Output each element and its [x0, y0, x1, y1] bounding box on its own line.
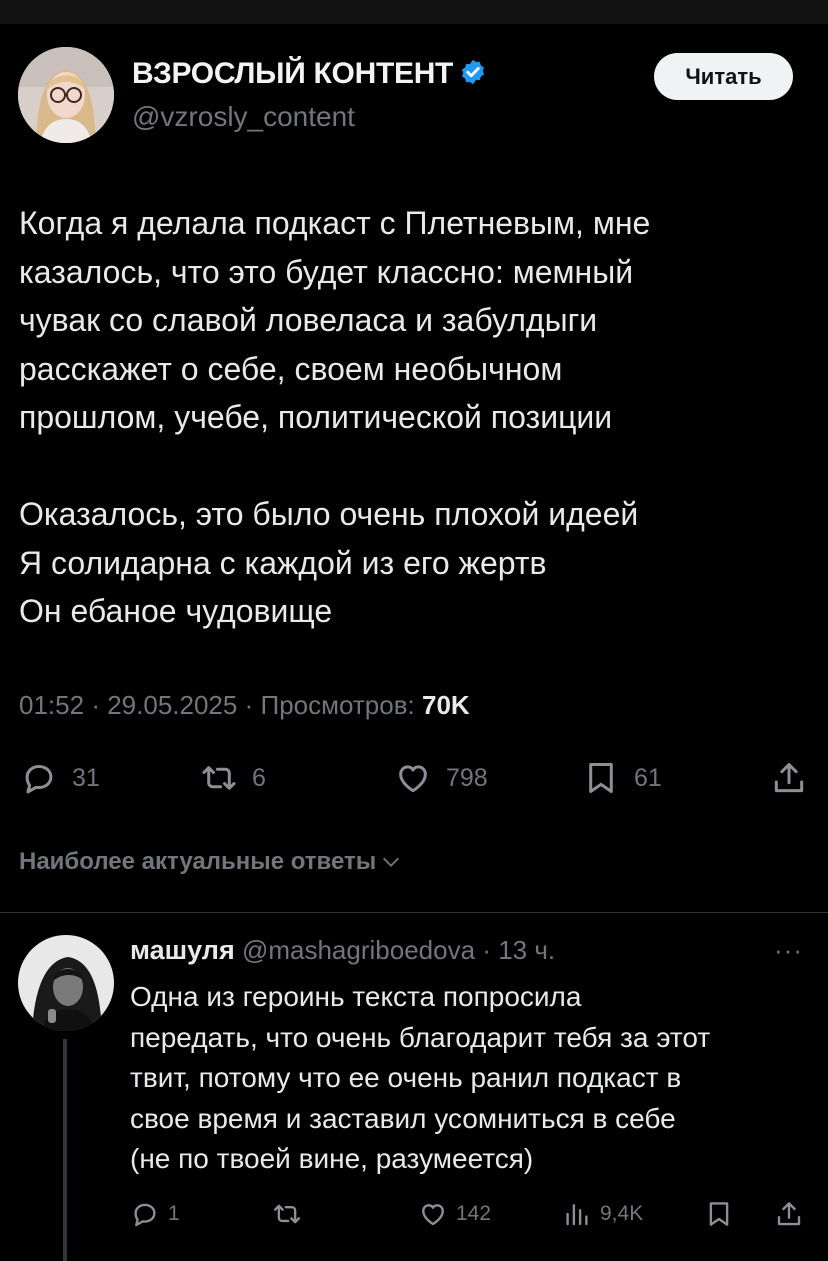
reply-button[interactable]: 31: [20, 750, 100, 806]
share-button[interactable]: [770, 750, 808, 806]
views-label: Просмотров:: [260, 690, 415, 720]
views-count[interactable]: 70K: [422, 690, 470, 720]
like-button[interactable]: 798: [394, 750, 488, 806]
reply-like-button[interactable]: 142: [418, 1193, 491, 1235]
tweet-line: Я солидарна с каждой из его жертв: [19, 544, 547, 581]
tweet-line: Оказалось, это было очень плохой идеей: [19, 496, 639, 532]
share-icon: [777, 1202, 801, 1226]
retweet-button[interactable]: 6: [200, 750, 266, 806]
tweet-date[interactable]: 29.05.2025: [107, 690, 237, 720]
author-handle[interactable]: @vzrosly_content: [132, 101, 355, 133]
reply-retweet-button[interactable]: [272, 1193, 310, 1235]
follow-button[interactable]: Читать: [654, 53, 793, 100]
status-bar-strip: [0, 0, 828, 24]
reply-text: Одна из героинь текста попросила передат…: [130, 977, 820, 1180]
replies-sort-selector[interactable]: Наиболее актуальные ответы: [19, 848, 402, 876]
reply-avatar-image: [18, 935, 114, 1031]
reply-icon: [134, 1203, 156, 1227]
bookmark-count: 61: [634, 763, 662, 792]
author-name-text: ВЗРОСЛЫЙ КОНТЕНТ: [132, 57, 454, 90]
bookmark-icon: [589, 763, 613, 793]
reply-author-handle[interactable]: @mashagriboedova: [242, 935, 475, 965]
reply-author-name[interactable]: машуля: [130, 935, 235, 965]
like-icon: [399, 765, 427, 793]
reply-line: твит, потому что ее очень ранил подкаст …: [130, 1062, 682, 1093]
retweet-icon: [202, 766, 236, 790]
reply-icon: [25, 764, 53, 794]
like-icon: [422, 1204, 444, 1226]
reply-line: Одна из героинь текста попросила: [130, 981, 582, 1012]
bookmark-button[interactable]: 61: [582, 750, 662, 806]
author-avatar-image: [18, 47, 114, 143]
tweet-line: прошлом, учебе, политической позиции: [19, 399, 613, 435]
reply-avatar[interactable]: [18, 935, 114, 1031]
tweet-line: казалось, что это будет классно: мемный: [19, 253, 634, 290]
reply-line: передать, что очень благодарит тебя за э…: [130, 1021, 711, 1053]
reply-views-count: 9,4K: [600, 1202, 644, 1225]
author-name[interactable]: ВЗРОСЛЫЙ КОНТЕНТ: [132, 57, 487, 91]
reply-tweet[interactable]: машуля @mashagriboedova · 13 ч. ··· Одна…: [0, 913, 828, 1261]
author-avatar[interactable]: [18, 47, 114, 143]
share-icon: [774, 763, 804, 793]
retweet-icon: [273, 1204, 301, 1224]
bookmark-icon: [709, 1202, 729, 1226]
views-icon: [566, 1204, 588, 1226]
sort-label: Наиболее актуальные ответы: [19, 848, 377, 875]
tweet-line: Когда я делала подкаст с Плетневым, мне: [19, 205, 651, 241]
reply-views-button[interactable]: 9,4K: [562, 1193, 643, 1235]
reply-share-button[interactable]: [774, 1193, 804, 1235]
more-icon[interactable]: ···: [774, 935, 803, 966]
reply-reply-button[interactable]: 1: [130, 1193, 180, 1235]
tweet-author: ВЗРОСЛЫЙ КОНТЕНТ @vzrosly_content Читать: [18, 47, 828, 147]
tweet-meta: 01:52 · 29.05.2025 · Просмотров: 70K: [19, 690, 470, 721]
retweet-count: 6: [252, 763, 266, 792]
tweet-actions: 31 6 798 61: [0, 750, 828, 806]
tweet-text: Когда я делала подкаст с Плетневым, мне …: [19, 199, 809, 636]
like-count: 798: [446, 763, 488, 792]
meta-separator: ·: [91, 690, 100, 720]
tweet-line: чувак со славой ловеласа и забулдыги: [19, 302, 598, 338]
reply-line: (не по твоей вине, разумеется): [130, 1143, 534, 1174]
reply-line: свое время и заставил усомниться в себе: [130, 1102, 676, 1134]
verified-badge-icon: [462, 59, 485, 85]
reply-reply-count: 1: [168, 1202, 180, 1225]
reply-header: машуля @mashagriboedova · 13 ч.: [130, 935, 555, 966]
reply-like-count: 142: [456, 1202, 492, 1225]
tweet-time[interactable]: 01:52: [19, 690, 84, 720]
meta-separator: ·: [482, 935, 491, 965]
tweet-line: Он ебаное чудовище: [19, 593, 333, 629]
reply-bookmark-button[interactable]: [704, 1193, 734, 1235]
tweet-line: расскажет о себе, своем необычном: [19, 350, 563, 387]
meta-separator: ·: [244, 690, 254, 720]
chevron-down-icon: [383, 857, 400, 867]
reply-actions: 1 142 9,4K: [0, 1193, 828, 1235]
reply-time[interactable]: 13 ч.: [498, 935, 555, 965]
reply-count: 31: [72, 763, 100, 792]
